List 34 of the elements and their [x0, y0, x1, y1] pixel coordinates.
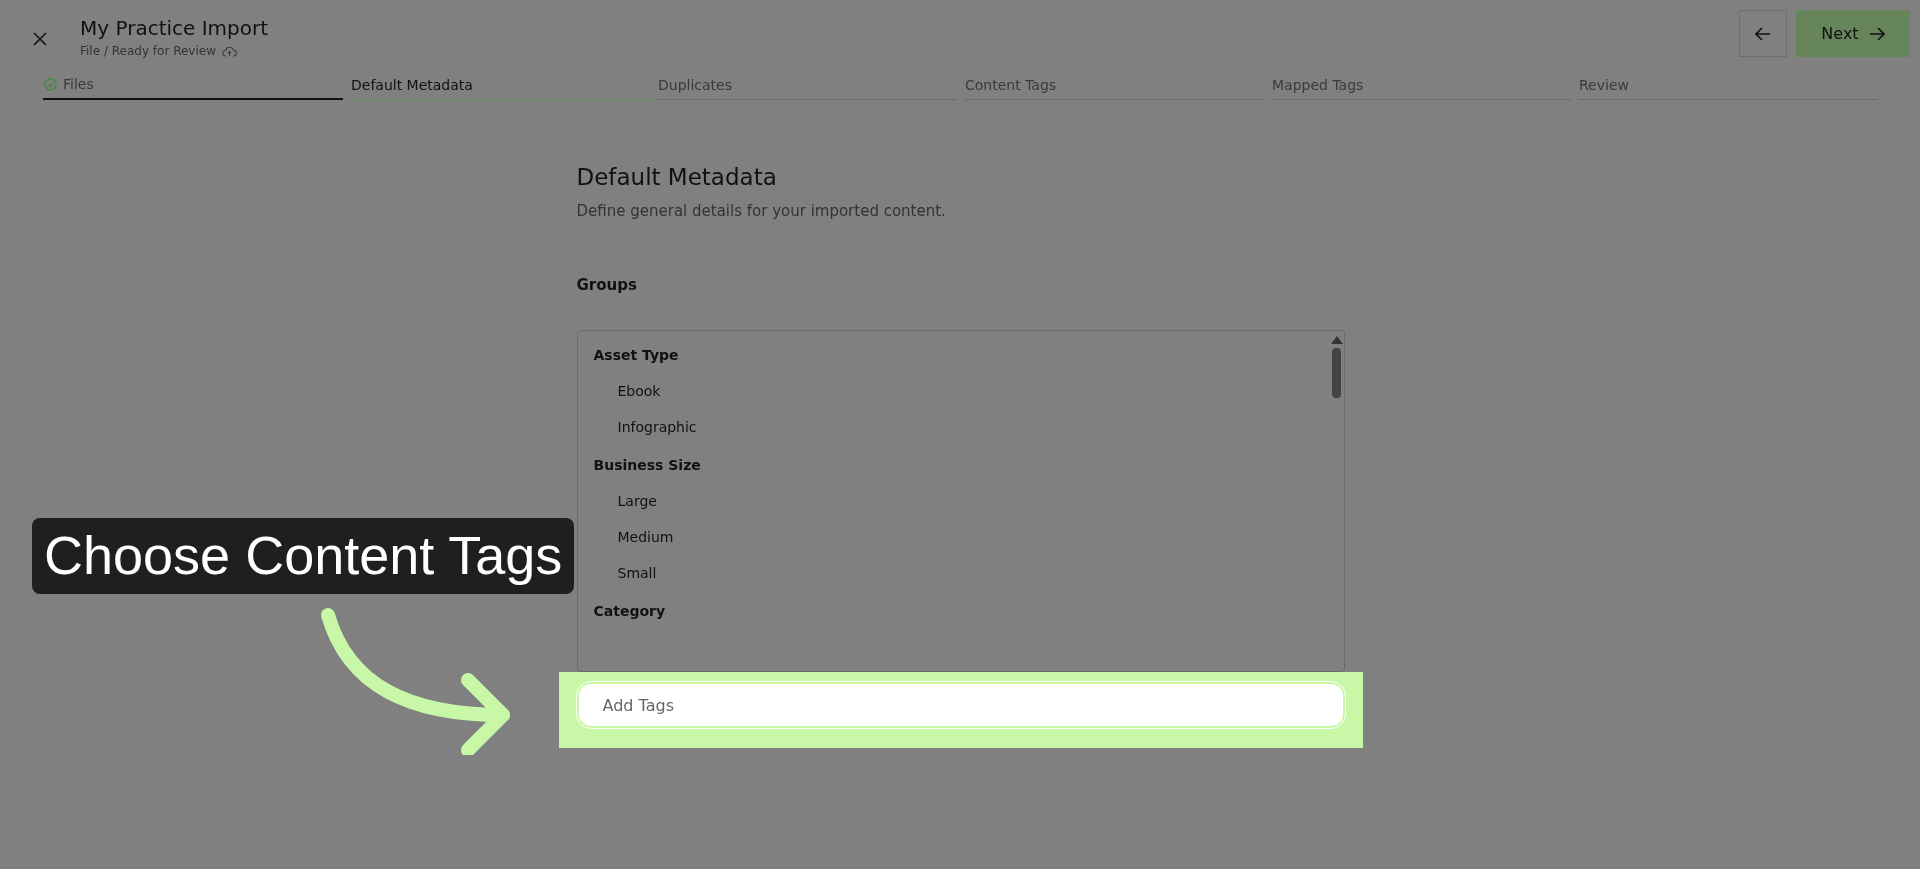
step-tab[interactable]: Files: [43, 76, 343, 100]
page-title: My Practice Import: [80, 16, 269, 40]
step-label: Mapped Tags: [1272, 76, 1364, 93]
step-tab[interactable]: Mapped Tags: [1271, 76, 1571, 100]
tag-option[interactable]: Small: [593, 559, 1330, 595]
step-tab[interactable]: Review: [1578, 76, 1878, 100]
tag-input-field[interactable]: Add Tags: [576, 682, 1345, 728]
step-label: Review: [1579, 76, 1629, 93]
group-heading: Business Size: [593, 456, 702, 475]
tag-option[interactable]: Large: [593, 487, 1330, 523]
step-label: Duplicates: [658, 76, 732, 93]
forward-arrow-icon: [1868, 26, 1885, 41]
cloud-upload-icon: [221, 45, 237, 57]
group-heading: Category: [593, 602, 667, 621]
step-tab[interactable]: Default Metadata: [350, 76, 650, 100]
step-label: Default Metadata: [351, 76, 473, 93]
section-description: Define general details for your imported content.: [576, 202, 947, 220]
field-label: Groups: [576, 276, 638, 294]
close-icon[interactable]: [33, 32, 47, 46]
step-label: Files: [63, 76, 94, 92]
next-button[interactable]: Next: [1796, 10, 1910, 57]
breadcrumb: File / Ready for Review: [80, 44, 216, 58]
step-label: Content Tags: [965, 76, 1057, 93]
tag-option[interactable]: Ebook: [593, 377, 1330, 413]
group-heading: Asset Type: [593, 346, 680, 365]
check-circle-icon: [44, 77, 57, 91]
back-button[interactable]: [1739, 10, 1787, 57]
step-tab[interactable]: Content Tags: [964, 76, 1264, 100]
tag-option[interactable]: Infographic: [593, 413, 1330, 449]
tag-option[interactable]: Medium: [593, 523, 1330, 559]
back-arrow-icon: [1755, 26, 1771, 41]
section-title: Default Metadata: [576, 164, 778, 190]
step-tab[interactable]: Duplicates: [657, 76, 957, 100]
callout-label: Choose Content Tags: [32, 518, 575, 594]
